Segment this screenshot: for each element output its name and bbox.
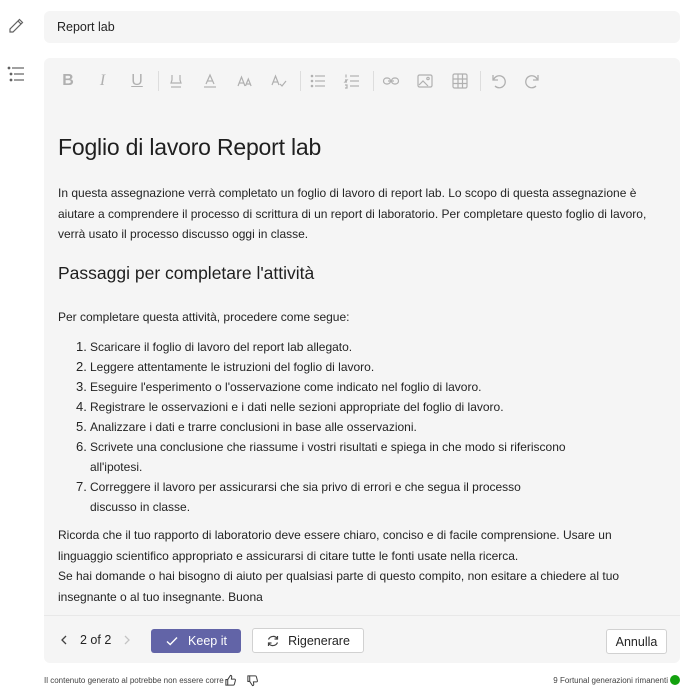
underline-icon[interactable]: U	[123, 67, 151, 95]
document-title: Foglio di lavoro Report lab	[58, 134, 322, 160]
ai-disclaimer: Il contenuto generato al potrebbe non es…	[44, 676, 224, 685]
list-item: 3. Eseguire l'esperimento o l'osservazion…	[76, 377, 658, 397]
keep-it-label: Keep it	[188, 634, 227, 648]
action-bar: 2 of 2 Keep it Rigenerare Annulla	[44, 615, 680, 663]
thumbs-up-icon[interactable]	[222, 672, 238, 688]
pencil-icon[interactable]	[5, 15, 27, 37]
step-number: 4.	[76, 399, 87, 414]
list-item: 6. Scrivete una conclusione che riassume …	[76, 437, 658, 477]
list-outline-icon[interactable]	[5, 63, 27, 85]
table-icon[interactable]	[446, 67, 474, 95]
regenerate-label: Rigenerare	[288, 633, 350, 648]
toolbar-divider	[299, 71, 301, 91]
toolbar-divider	[372, 71, 374, 91]
font-color-icon[interactable]	[196, 67, 224, 95]
bullet-list-icon[interactable]	[304, 67, 332, 95]
font-size-icon[interactable]	[231, 67, 259, 95]
step-text: Scaricare il foglio di lavoro del report…	[90, 340, 353, 354]
page-count: 2 of 2	[80, 633, 112, 647]
link-icon[interactable]	[377, 67, 405, 95]
chevron-right-icon[interactable]	[117, 630, 137, 650]
list-item: 7. Correggere il lavoro per assicurarsi c…	[76, 477, 658, 517]
step-number: 1.	[76, 339, 87, 354]
result-pager: 2 of 2	[54, 630, 137, 650]
image-icon[interactable]	[411, 67, 439, 95]
step-number: 6.	[76, 439, 87, 454]
redo-icon[interactable]	[519, 67, 547, 95]
undo-icon[interactable]	[484, 67, 512, 95]
numbered-list-icon[interactable]	[338, 67, 366, 95]
step-text: Correggere il lavoro per assicurarsi che…	[90, 480, 521, 514]
steps-heading: Passaggi per completare l'attività	[58, 262, 315, 283]
step-number: 5.	[76, 419, 87, 434]
steps-list: 1. Scaricare il foglio di lavoro del repo…	[76, 337, 658, 517]
cancel-label: Annulla	[615, 634, 658, 649]
step-number: 2.	[76, 359, 87, 374]
step-text: Analizzare i dati e trarre conclusioni i…	[90, 420, 417, 434]
title-field[interactable]: Report lab	[44, 11, 680, 43]
list-item: 1. Scaricare il foglio di lavoro del repo…	[76, 337, 658, 357]
list-item: 4. Registrare le osservazioni e i dati ne…	[76, 397, 658, 417]
formatting-toolbar: B I U	[44, 58, 680, 104]
closing-paragraph-2: Se hai domande o hai bisogno di aiuto pe…	[58, 569, 620, 604]
document-content[interactable]: Foglio di lavoro Report lab In questa as…	[58, 134, 658, 607]
refresh-icon	[267, 635, 279, 646]
step-number: 3.	[76, 379, 87, 394]
highlight-icon[interactable]	[162, 67, 190, 95]
closing-paragraph-1: Ricorda che il tuo rapporto di laborator…	[58, 528, 612, 563]
cancel-button[interactable]: Annulla	[606, 629, 667, 654]
footer: Il contenuto generato al potrebbe non es…	[44, 672, 680, 690]
step-text: Scrivete una conclusione che riassume i …	[90, 440, 566, 474]
italic-icon[interactable]: I	[89, 67, 117, 95]
left-rail	[0, 0, 44, 695]
toolbar-divider	[157, 71, 159, 91]
step-text: Eseguire l'esperimento o l'osservazione …	[90, 380, 482, 394]
checkmark-icon	[166, 637, 178, 646]
editor-panel: B I U Foglio di lavoro Report lab In que…	[44, 58, 680, 615]
bold-icon[interactable]: B	[54, 67, 82, 95]
step-text: Leggere attentamente le istruzioni del f…	[90, 360, 375, 374]
thumbs-down-icon[interactable]	[244, 672, 260, 688]
chevron-left-icon[interactable]	[54, 630, 74, 650]
keep-it-button[interactable]: Keep it	[151, 629, 241, 653]
toolbar-divider	[480, 71, 481, 91]
title-field-value: Report lab	[57, 20, 115, 34]
step-text: Registrare le osservazioni e i dati nell…	[90, 400, 504, 414]
lead-paragraph: Per completare questa attività, proceder…	[58, 309, 350, 324]
list-item: 5. Analizzare i dati e trarre conclusioni…	[76, 417, 658, 437]
list-item: 2. Leggere attentamente le istruzioni del…	[76, 357, 658, 377]
text-style-icon[interactable]	[265, 67, 293, 95]
status-dot-icon	[670, 675, 680, 685]
step-number: 7.	[76, 479, 87, 494]
regenerate-button[interactable]: Rigenerare	[252, 628, 364, 653]
intro-paragraph: In questa assegnazione verrà completato …	[58, 186, 647, 241]
generations-remaining: 9 Fortunal generazioni rimanenti	[553, 676, 668, 685]
